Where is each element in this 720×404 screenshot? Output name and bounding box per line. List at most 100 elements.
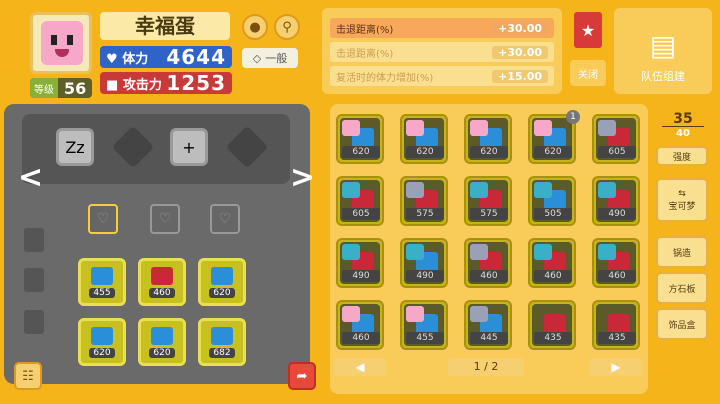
stone-value: 620 bbox=[89, 347, 115, 358]
stone-card[interactable]: 575 bbox=[400, 176, 448, 226]
cook-button[interactable]: 锅造 bbox=[656, 236, 708, 268]
stone-card[interactable]: 620 bbox=[336, 114, 384, 164]
stone-card[interactable]: 620 1 bbox=[528, 110, 580, 164]
share-icon[interactable]: ➦ bbox=[288, 362, 316, 390]
bonus-row-2: 击退距离(%) +30.00 bbox=[330, 42, 554, 62]
stone-card[interactable]: 605 bbox=[336, 176, 384, 226]
stone-value: 620 bbox=[149, 347, 175, 358]
next-arrow-icon[interactable]: > bbox=[290, 160, 315, 195]
count-current: 35 bbox=[673, 111, 693, 127]
gem-icon bbox=[608, 314, 630, 334]
stone-value: 575 bbox=[406, 208, 444, 220]
prev-page-icon[interactable]: ◀ bbox=[334, 358, 386, 376]
count-badge: 1 bbox=[566, 110, 580, 124]
stone-value: 620 bbox=[209, 287, 235, 298]
pokemon-icon bbox=[470, 182, 488, 198]
stats-icon[interactable]: ☷ bbox=[14, 362, 42, 390]
equipped-stone[interactable]: 620 bbox=[198, 258, 246, 306]
stone-value: 460 bbox=[342, 332, 380, 344]
gem-icon bbox=[544, 314, 566, 334]
skill-sleep-icon[interactable]: Zz bbox=[56, 128, 94, 166]
emote-icon[interactable]: ● bbox=[242, 14, 268, 40]
team-build-button[interactable]: ▤ 队伍组建 bbox=[614, 8, 712, 94]
bonus-panel: 击退距离(%) +30.00 击退距离(%) +30.00 复活时的体力增加(%… bbox=[322, 8, 562, 94]
pokemon-icon bbox=[470, 306, 488, 322]
stone-card[interactable]: 435 bbox=[592, 300, 640, 350]
pokemon-portrait bbox=[30, 12, 92, 74]
stone-value: 605 bbox=[342, 208, 380, 220]
decor-box-button[interactable]: 饰品盒 bbox=[656, 308, 708, 340]
heart-slot-1[interactable]: ♡ bbox=[88, 204, 118, 234]
bonus-3-label: 复活时的体力增加(%) bbox=[336, 72, 434, 84]
bonus-row-3: 复活时的体力增加(%) +15.00 bbox=[330, 66, 554, 86]
pokemon-icon bbox=[342, 182, 360, 198]
stone-card[interactable]: 460 bbox=[464, 238, 512, 288]
heart-slot-2[interactable]: ♡ bbox=[150, 204, 180, 234]
stone-value: 575 bbox=[470, 208, 508, 220]
pokemon-icon bbox=[534, 182, 552, 198]
hp-stat: ♥ 体力 4644 bbox=[100, 45, 232, 69]
level-value: 56 bbox=[64, 78, 87, 98]
stone-value: 682 bbox=[209, 347, 235, 358]
stone-card[interactable]: 620 bbox=[400, 114, 448, 164]
equipped-stone[interactable]: 455 bbox=[78, 258, 126, 306]
pokemon-icon bbox=[598, 182, 616, 198]
pokemon-icon bbox=[342, 306, 360, 322]
stone-value: 620 bbox=[406, 146, 444, 158]
stone-card[interactable]: 490 bbox=[336, 238, 384, 288]
equipped-stone[interactable]: 682 bbox=[198, 318, 246, 366]
side-tab-1[interactable] bbox=[24, 228, 44, 252]
next-page-icon[interactable]: ▶ bbox=[590, 358, 642, 376]
prev-arrow-icon[interactable]: < bbox=[18, 160, 43, 195]
stone-card[interactable]: 575 bbox=[464, 176, 512, 226]
stone-card[interactable]: 455 bbox=[400, 300, 448, 350]
strength-button[interactable]: 强度 bbox=[656, 146, 708, 166]
bonus-1-label: 击退距离(%) bbox=[336, 24, 394, 36]
stone-card[interactable]: 460 bbox=[528, 238, 576, 288]
stone-value: 460 bbox=[470, 270, 508, 282]
gem-icon bbox=[91, 326, 113, 345]
stone-board-button[interactable]: 方石板 bbox=[656, 272, 708, 304]
stone-card[interactable]: 490 bbox=[592, 176, 640, 226]
stone-card[interactable]: 505 bbox=[528, 176, 576, 226]
type-badge: ◇ 一般 bbox=[242, 48, 298, 68]
stone-card[interactable]: 460 bbox=[592, 238, 640, 288]
side-tab-2[interactable] bbox=[24, 268, 44, 292]
favorite-star-icon[interactable]: ★ bbox=[574, 12, 602, 48]
pokemon-sort-button[interactable]: ⇆ 宝可梦 bbox=[656, 178, 708, 222]
heart-slot-3[interactable]: ♡ bbox=[210, 204, 240, 234]
pokemon-icon bbox=[470, 244, 488, 260]
type-label: 一般 bbox=[265, 52, 288, 65]
stone-card[interactable]: 445 bbox=[464, 300, 512, 350]
stone-card[interactable]: 620 bbox=[464, 114, 512, 164]
stone-value: 445 bbox=[470, 332, 508, 344]
pokemon-icon bbox=[342, 244, 360, 260]
count-display: 35 40 bbox=[662, 112, 704, 141]
equipped-stone[interactable]: 620 bbox=[78, 318, 126, 366]
bonus-row-1: 击退距离(%) +30.00 bbox=[330, 18, 554, 38]
pokemon-icon bbox=[534, 120, 552, 136]
stone-card[interactable]: 605 bbox=[592, 114, 640, 164]
equipped-stone[interactable]: 460 bbox=[138, 258, 186, 306]
stone-value: 620 bbox=[470, 146, 508, 158]
stone-card[interactable]: 435 bbox=[528, 300, 576, 350]
gem-icon bbox=[151, 326, 173, 345]
pagination: 1 / 2 bbox=[448, 358, 524, 376]
side-tab-3[interactable] bbox=[24, 310, 44, 334]
stone-card[interactable]: 460 bbox=[336, 300, 384, 350]
equipped-stone[interactable]: 620 bbox=[138, 318, 186, 366]
stone-value: 605 bbox=[598, 146, 636, 158]
stone-value: 490 bbox=[342, 270, 380, 282]
stone-value: 490 bbox=[406, 270, 444, 282]
gem-icon bbox=[211, 266, 233, 285]
stone-value: 435 bbox=[598, 332, 636, 344]
close-button[interactable]: 关闭 bbox=[570, 60, 606, 86]
zoom-icon[interactable]: ⚲ bbox=[274, 14, 300, 40]
stone-value: 435 bbox=[534, 332, 572, 344]
stone-card[interactable]: 490 bbox=[400, 238, 448, 288]
gem-icon bbox=[211, 326, 233, 345]
pokemon-icon bbox=[598, 244, 616, 260]
pokemon-label: 宝可梦 bbox=[668, 201, 696, 212]
diamond-icon: ◇ bbox=[252, 51, 262, 65]
skill-heal-icon[interactable]: + bbox=[170, 128, 208, 166]
